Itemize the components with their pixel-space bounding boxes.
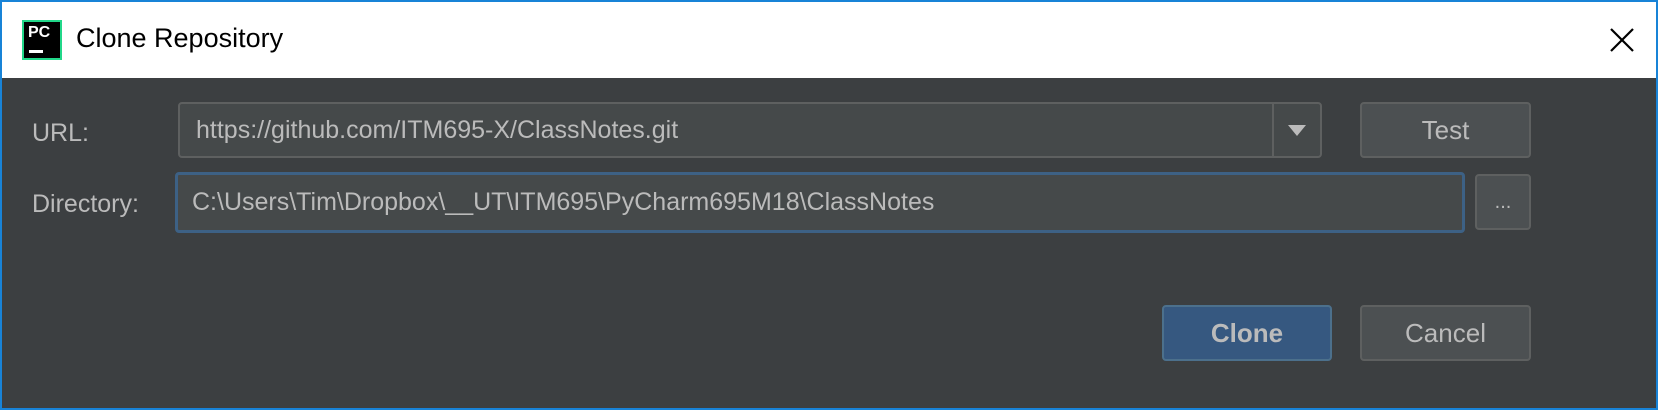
close-button[interactable] — [1602, 20, 1642, 60]
url-input[interactable]: https://github.com/ITM695-X/ClassNotes.g… — [196, 116, 678, 145]
chevron-down-icon — [1288, 125, 1306, 136]
close-icon — [1610, 28, 1634, 52]
app-icon-text: PC — [28, 24, 51, 41]
clone-repository-dialog: PC Clone Repository URL: https://github.… — [0, 0, 1658, 410]
dialog-title: Clone Repository — [76, 23, 284, 53]
test-button[interactable]: Test — [1360, 102, 1531, 158]
pycharm-app-icon: PC — [22, 20, 62, 60]
directory-label: Directory: — [32, 190, 139, 218]
clone-button[interactable]: Clone — [1162, 305, 1332, 361]
browse-button[interactable]: ... — [1475, 174, 1531, 230]
directory-field[interactable]: C:\Users\Tim\Dropbox\__UT\ITM695\PyCharm… — [175, 172, 1465, 233]
title-bar: PC Clone Repository — [2, 2, 1656, 78]
url-combobox[interactable]: https://github.com/ITM695-X/ClassNotes.g… — [178, 102, 1322, 158]
url-label: URL: — [32, 119, 89, 147]
url-dropdown-button[interactable] — [1272, 104, 1320, 156]
directory-input[interactable]: C:\Users\Tim\Dropbox\__UT\ITM695\PyCharm… — [192, 188, 934, 217]
cancel-button[interactable]: Cancel — [1360, 305, 1531, 361]
